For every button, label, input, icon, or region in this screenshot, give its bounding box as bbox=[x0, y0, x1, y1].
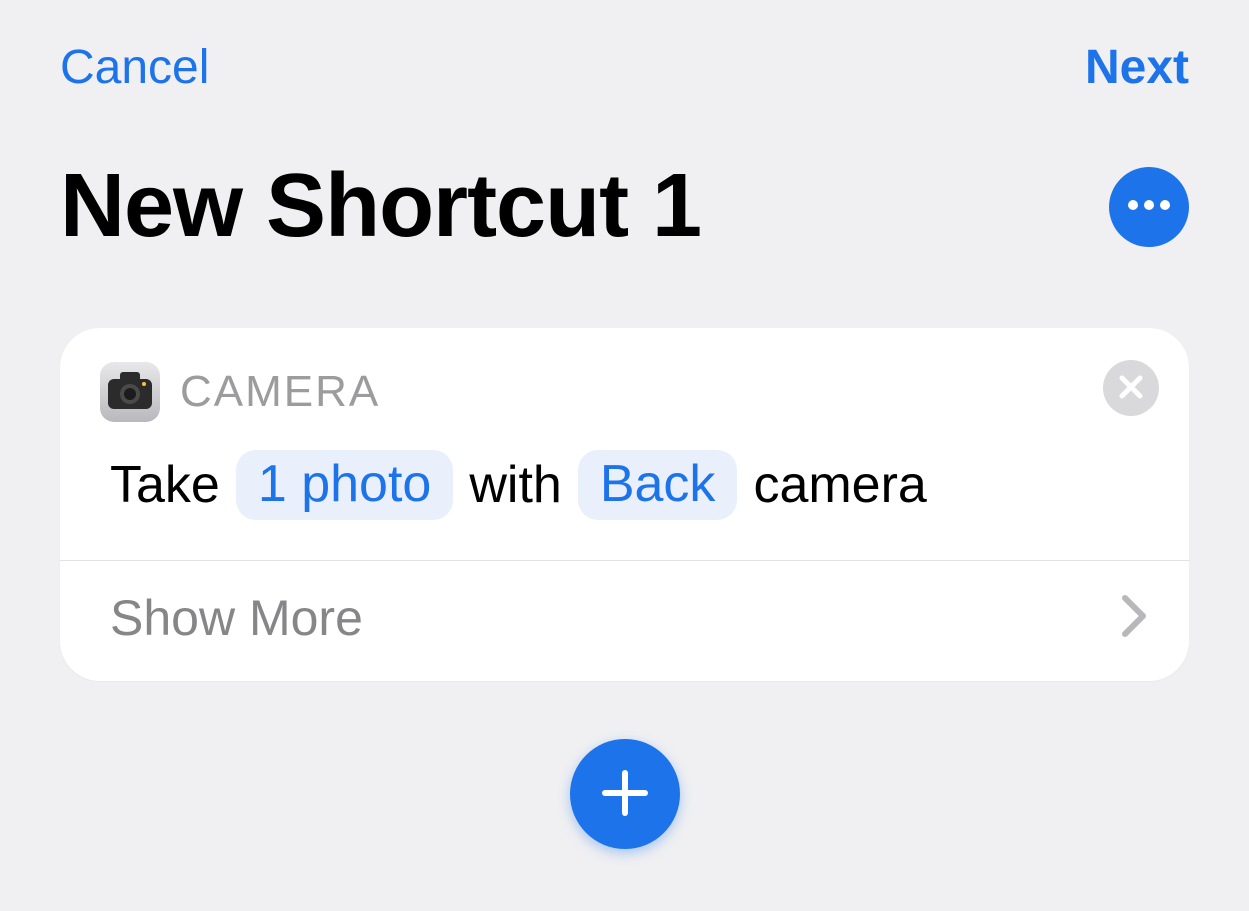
plus-icon bbox=[599, 767, 651, 822]
action-description-row: Take 1 photo with Back camera bbox=[60, 422, 1189, 560]
cancel-button[interactable]: Cancel bbox=[60, 40, 209, 95]
action-card: CAMERA Take 1 photo with Back camera Sho… bbox=[60, 328, 1189, 681]
next-button[interactable]: Next bbox=[1085, 40, 1189, 95]
top-nav-bar: Cancel Next bbox=[0, 0, 1249, 95]
remove-action-button[interactable] bbox=[1103, 360, 1159, 416]
add-action-button[interactable] bbox=[570, 739, 680, 849]
action-word-camera: camera bbox=[753, 455, 926, 515]
title-row: New Shortcut 1 bbox=[0, 95, 1249, 258]
action-word-with: with bbox=[469, 455, 561, 515]
more-options-button[interactable] bbox=[1109, 167, 1189, 247]
show-more-button[interactable]: Show More bbox=[60, 561, 1189, 681]
close-icon bbox=[1118, 374, 1144, 403]
add-action-wrap bbox=[0, 739, 1249, 849]
action-word-take: Take bbox=[110, 455, 220, 515]
action-card-header: CAMERA bbox=[60, 328, 1189, 422]
show-more-label: Show More bbox=[110, 589, 363, 647]
page-title: New Shortcut 1 bbox=[60, 155, 701, 258]
action-app-label: CAMERA bbox=[180, 367, 380, 417]
chevron-right-icon bbox=[1121, 594, 1149, 643]
ellipsis-icon bbox=[1127, 199, 1171, 214]
photo-count-parameter[interactable]: 1 photo bbox=[236, 450, 454, 520]
camera-side-parameter[interactable]: Back bbox=[578, 450, 738, 520]
camera-app-icon bbox=[100, 362, 160, 422]
